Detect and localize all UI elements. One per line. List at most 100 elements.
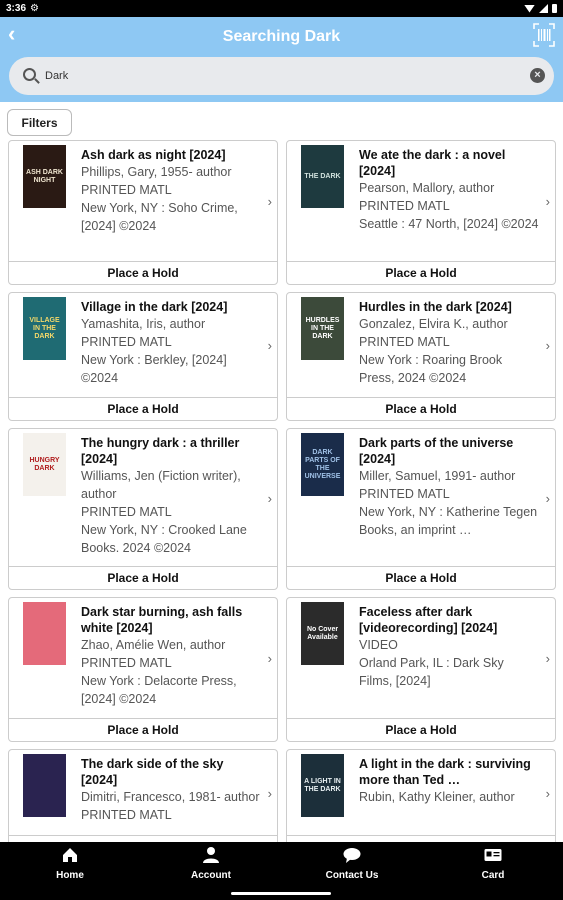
result-info: Ash dark as night [2024] Phillips, Gary, … xyxy=(81,147,261,235)
result-title[interactable]: Village in the dark [2024] xyxy=(81,299,261,315)
book-cover-image[interactable]: DARK PARTS OF THE UNIVERSE xyxy=(301,433,344,496)
result-author: Pearson, Mallory, author xyxy=(359,181,495,195)
place-hold-button[interactable]: Place a Hold xyxy=(9,397,277,420)
result-card[interactable]: DARK PARTS OF THE UNIVERSE Dark parts of … xyxy=(286,428,556,590)
place-hold-button[interactable]: Place a Hold xyxy=(287,261,555,284)
book-cover-image[interactable]: HURDLES IN THE DARK xyxy=(301,297,344,360)
result-detail: PRINTED MATL xyxy=(359,199,450,213)
gesture-handle xyxy=(231,892,331,895)
signal-icon xyxy=(539,4,548,13)
result-info: The hungry dark : a thriller [2024] Willi… xyxy=(81,435,261,557)
result-card[interactable]: THE DARK We ate the dark : a novel [2024]… xyxy=(286,140,556,285)
book-cover-image[interactable] xyxy=(23,602,66,665)
nav-account[interactable]: Account xyxy=(161,846,261,881)
account-icon xyxy=(203,847,219,863)
place-hold-button[interactable]: Place a Hold xyxy=(287,397,555,420)
result-info: A light in the dark : surviving more tha… xyxy=(359,756,539,806)
page-title: Searching Dark xyxy=(222,27,341,45)
result-title[interactable]: The hungry dark : a thriller [2024] xyxy=(81,435,261,467)
app-bar: ‹ Searching Dark xyxy=(0,17,563,56)
status-time: 3:36 xyxy=(6,3,27,14)
place-hold-button[interactable]: Place a Hold xyxy=(9,566,277,589)
chevron-right-icon[interactable]: › xyxy=(268,786,272,801)
book-cover-image[interactable]: ASH DARK NIGHT xyxy=(23,145,66,208)
chevron-right-icon[interactable]: › xyxy=(268,491,272,506)
nav-home[interactable]: Home xyxy=(20,846,120,881)
chevron-right-icon[interactable]: › xyxy=(546,194,550,209)
result-card[interactable]: A LIGHT IN THE DARK A light in the dark :… xyxy=(286,749,556,842)
result-author: Phillips, Gary, 1955- author xyxy=(81,165,232,179)
status-icons xyxy=(524,4,557,13)
result-detail: PRINTED MATL xyxy=(81,505,172,519)
result-title[interactable]: Dark star burning, ash falls white [2024… xyxy=(81,604,261,636)
barcode-scan-icon[interactable] xyxy=(533,23,555,47)
chevron-right-icon[interactable]: › xyxy=(546,491,550,506)
book-cover-image[interactable]: HUNGRY DARK xyxy=(23,433,66,496)
chevron-right-icon[interactable]: › xyxy=(546,786,550,801)
nav-card-label: Card xyxy=(481,870,505,881)
book-cover-image[interactable]: A LIGHT IN THE DARK xyxy=(301,754,344,817)
place-hold-button[interactable]: Place a Hold xyxy=(287,566,555,589)
place-hold-button[interactable]: Place a Hold xyxy=(9,835,277,842)
result-title[interactable]: Ash dark as night [2024] xyxy=(81,147,261,163)
filters-button[interactable]: Filters xyxy=(7,109,72,136)
result-card[interactable]: HURDLES IN THE DARK Hurdles in the dark [… xyxy=(286,292,556,421)
result-detail: New York : Berkley, [2024] ©2024 xyxy=(81,353,227,385)
result-card[interactable]: ASH DARK NIGHT Ash dark as night [2024] Ph… xyxy=(8,140,278,285)
chevron-right-icon[interactable]: › xyxy=(546,338,550,353)
result-detail: PRINTED MATL xyxy=(359,335,450,349)
book-cover-image[interactable]: No Cover Available xyxy=(301,602,344,665)
result-card[interactable]: The dark side of the sky [2024] Dimitri, … xyxy=(8,749,278,842)
result-author: VIDEO xyxy=(359,638,398,652)
result-detail: New York : Delacorte Press, [2024] ©2024 xyxy=(81,674,237,706)
result-info: Faceless after dark [videorecording] [20… xyxy=(359,604,539,690)
result-author: Zhao, Amélie Wen, author xyxy=(81,638,226,652)
nav-home-label: Home xyxy=(56,870,84,881)
result-title[interactable]: Dark parts of the universe [2024] xyxy=(359,435,539,467)
result-info: Dark parts of the universe [2024] Miller,… xyxy=(359,435,539,539)
result-title[interactable]: We ate the dark : a novel [2024] xyxy=(359,147,539,179)
result-author: Williams, Jen (Fiction writer), author xyxy=(81,469,241,501)
book-cover-image[interactable] xyxy=(23,754,66,817)
result-detail: PRINTED MATL xyxy=(359,487,450,501)
chevron-right-icon[interactable]: › xyxy=(546,651,550,666)
result-title[interactable]: The dark side of the sky [2024] xyxy=(81,756,261,788)
result-detail: PRINTED MATL xyxy=(81,183,172,197)
result-info: Hurdles in the dark [2024] Gonzalez, Elvi… xyxy=(359,299,539,387)
book-cover-image[interactable]: VILLAGE IN THE DARK xyxy=(23,297,66,360)
card-icon xyxy=(484,849,502,861)
result-title[interactable]: Faceless after dark [videorecording] [20… xyxy=(359,604,539,636)
result-detail: PRINTED MATL xyxy=(81,656,172,670)
result-card[interactable]: Dark star burning, ash falls white [2024… xyxy=(8,597,278,742)
result-card[interactable]: No Cover Available Faceless after dark [v… xyxy=(286,597,556,742)
search-icon xyxy=(23,68,36,81)
result-card[interactable]: HUNGRY DARK The hungry dark : a thriller … xyxy=(8,428,278,590)
result-title[interactable]: A light in the dark : surviving more tha… xyxy=(359,756,539,788)
result-title[interactable]: Hurdles in the dark [2024] xyxy=(359,299,539,315)
back-arrow-icon[interactable]: ‹ xyxy=(8,23,30,46)
search-box[interactable]: × xyxy=(9,57,554,95)
book-cover-image[interactable]: THE DARK xyxy=(301,145,344,208)
chevron-right-icon[interactable]: › xyxy=(268,651,272,666)
result-detail: New York, NY : Crooked Lane Books. 2024 … xyxy=(81,523,247,555)
result-detail: PRINTED MATL xyxy=(81,808,172,822)
result-author: Yamashita, Iris, author xyxy=(81,317,206,331)
nav-contact-us[interactable]: Contact Us xyxy=(302,846,402,881)
result-detail: PRINTED MATL xyxy=(81,335,172,349)
nav-card[interactable]: Card xyxy=(443,846,543,881)
place-hold-button[interactable]: Place a Hold xyxy=(9,718,277,741)
chevron-right-icon[interactable]: › xyxy=(268,338,272,353)
result-info: The dark side of the sky [2024] Dimitri, … xyxy=(81,756,261,824)
place-hold-button[interactable]: Place a Hold xyxy=(9,261,277,284)
settings-gear-icon: ⚙ xyxy=(30,3,39,14)
status-bar: 3:36 ⚙ xyxy=(0,0,563,17)
search-area: × xyxy=(0,56,563,102)
place-hold-button[interactable]: Place a Hold xyxy=(287,835,555,842)
home-icon xyxy=(63,848,77,862)
result-card[interactable]: VILLAGE IN THE DARK Village in the dark [… xyxy=(8,292,278,421)
chevron-right-icon[interactable]: › xyxy=(268,194,272,209)
search-input[interactable] xyxy=(45,65,515,87)
place-hold-button[interactable]: Place a Hold xyxy=(287,718,555,741)
result-detail: New York, NY : Katherine Tegen Books, an… xyxy=(359,505,538,537)
clear-search-icon[interactable]: × xyxy=(530,68,545,83)
